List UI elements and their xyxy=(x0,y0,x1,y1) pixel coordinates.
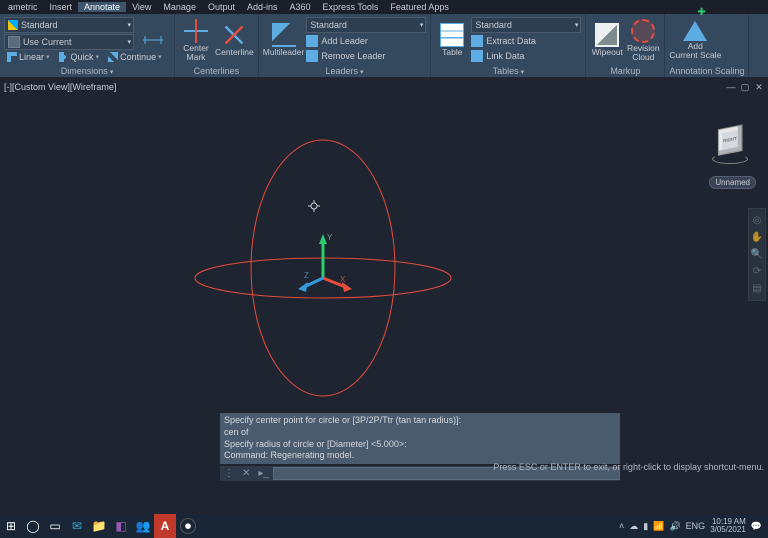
panel-centerlines: Center Mark Centerline Centerlines xyxy=(175,14,259,77)
extract-data-button[interactable]: Extract Data xyxy=(471,34,581,48)
windows-taskbar: ⊞ ◯ ▭ ✉ 📁 ◧ 👥 A ⏺ ˄ ☁ ▮ 📶 🔊 ENG 10:19 AM… xyxy=(0,514,768,538)
panel-title-markup: Markup xyxy=(590,65,660,77)
multileader-button[interactable]: Multileader xyxy=(263,17,305,63)
tray-clock[interactable]: 10:19 AM 3/05/2021 xyxy=(710,518,746,534)
add-scale-icon xyxy=(683,21,707,41)
menu-annotate[interactable]: Annotate xyxy=(78,2,126,12)
tray-battery-icon[interactable]: ▮ xyxy=(643,521,648,532)
remove-leader-icon xyxy=(306,50,318,62)
panel-title-tables[interactable]: Tables xyxy=(435,65,581,77)
add-leader-button[interactable]: Add Leader xyxy=(306,34,426,48)
ucs-name-label[interactable]: Unnamed xyxy=(709,176,756,189)
ribbon: Standard Use Current Linear Quick Contin… xyxy=(0,14,768,78)
nav-orbit-icon[interactable]: ⟳ xyxy=(753,266,761,277)
table-button[interactable]: Table xyxy=(435,17,469,63)
extract-icon xyxy=(471,35,483,47)
panel-markup: Wipeout Revision Cloud Markup xyxy=(586,14,665,77)
table-icon xyxy=(440,23,464,47)
teams-icon[interactable]: 👥 xyxy=(132,514,154,538)
tray-chevron-icon[interactable]: ˄ xyxy=(619,521,624,531)
menu-featured-apps[interactable]: Featured Apps xyxy=(384,2,455,12)
cmd-prompt-icon: ▸_ xyxy=(254,468,273,479)
tablestyle-select[interactable]: Standard xyxy=(471,17,581,33)
centermark-button[interactable]: Center Mark xyxy=(179,17,213,63)
menu-add-ins[interactable]: Add-ins xyxy=(241,2,284,12)
dimension-big-button[interactable] xyxy=(136,17,170,63)
dimstyle-select[interactable]: Standard xyxy=(4,17,134,33)
cmd-line: Specify radius of circle or [Diameter] <… xyxy=(224,439,616,451)
centermark-icon xyxy=(184,19,208,43)
menu-view[interactable]: View xyxy=(126,2,157,12)
link-icon xyxy=(471,50,483,62)
tray-lang[interactable]: ENG xyxy=(686,521,706,531)
wipeout-button[interactable]: Wipeout xyxy=(590,17,624,63)
cmd-line: Command: Regenerating model. xyxy=(224,450,616,462)
leaderstyle-select[interactable]: Standard xyxy=(306,17,426,33)
command-history: Specify center point for circle or [3P/2… xyxy=(220,413,620,464)
panel-leaders: Multileader Standard Add Leader Remove L… xyxy=(259,14,432,77)
viewcube-face[interactable] xyxy=(718,124,742,155)
tray-cloud-icon[interactable]: ☁ xyxy=(629,521,638,532)
menu-insert[interactable]: Insert xyxy=(44,2,79,12)
linear-icon xyxy=(7,52,17,62)
viewcube[interactable] xyxy=(710,120,750,160)
remove-leader-button[interactable]: Remove Leader xyxy=(306,49,426,63)
menu-manage[interactable]: Manage xyxy=(157,2,202,12)
svg-text:Y: Y xyxy=(327,233,333,242)
continue-icon xyxy=(108,52,118,62)
nav-pan-icon[interactable]: ✋ xyxy=(751,232,763,243)
panel-title-leaders[interactable]: Leaders xyxy=(263,65,427,77)
navigation-bar: ◎ ✋ 🔍 ⟳ ▤ xyxy=(748,208,766,301)
menu-output[interactable]: Output xyxy=(202,2,241,12)
nav-zoom-icon[interactable]: 🔍 xyxy=(751,249,763,260)
linear-button[interactable]: Linear xyxy=(4,51,53,63)
cmd-close-icon[interactable]: ✕ xyxy=(238,468,254,479)
menu-express-tools[interactable]: Express Tools xyxy=(317,2,385,12)
cmd-line: Specify center point for circle or [3P/2… xyxy=(224,415,616,427)
revcloud-button[interactable]: Revision Cloud xyxy=(626,17,660,63)
system-tray: ˄ ☁ ▮ 📶 🔊 ENG 10:19 AM 3/05/2021 💬 xyxy=(619,518,768,534)
tray-notifications-icon[interactable]: 💬 xyxy=(751,521,762,532)
taskview-icon[interactable]: ▭ xyxy=(44,514,66,538)
wipeout-icon xyxy=(595,23,619,47)
menu-ametric[interactable]: ametric xyxy=(2,2,44,12)
app-icon[interactable]: ◧ xyxy=(110,514,132,538)
obs-icon[interactable]: ⏺ xyxy=(180,518,196,534)
icon-mail[interactable]: ✉ xyxy=(66,514,88,538)
quick-button[interactable]: Quick xyxy=(56,51,103,63)
panel-title-scaling: Annotation Scaling xyxy=(669,65,744,77)
status-hint: Press ESC or ENTER to exit, or right-cli… xyxy=(493,462,764,472)
menubar: ametricInsertAnnotateViewManageOutputAdd… xyxy=(0,0,768,14)
panel-tables: Table Standard Extract Data Link Data Ta… xyxy=(431,14,586,77)
cmd-line: cen of xyxy=(224,427,616,439)
add-scale-button[interactable]: Add Current Scale xyxy=(669,17,721,63)
add-leader-icon xyxy=(306,35,318,47)
quick-icon xyxy=(59,52,69,62)
panel-scaling: Add Current Scale Annotation Scaling xyxy=(665,14,749,77)
menu-a360[interactable]: A360 xyxy=(284,2,317,12)
cmd-handle-icon[interactable]: ⋮ xyxy=(220,468,238,479)
revcloud-icon xyxy=(631,19,655,43)
viewport[interactable]: [-][Custom View][Wireframe] — ▢ ✕ Y X Z … xyxy=(0,78,768,496)
link-data-button[interactable]: Link Data xyxy=(471,49,581,63)
orbit-cursor-icon xyxy=(308,200,320,212)
nav-wheel-icon[interactable]: ◎ xyxy=(753,215,762,226)
dimlayer-select[interactable]: Use Current xyxy=(4,34,134,50)
tray-wifi-icon[interactable]: 📶 xyxy=(653,521,664,532)
panel-dimensions: Standard Use Current Linear Quick Contin… xyxy=(0,14,175,77)
multileader-icon xyxy=(272,23,296,47)
explorer-icon[interactable]: 📁 xyxy=(88,514,110,538)
search-icon[interactable]: ◯ xyxy=(22,514,44,538)
panel-title-centerlines: Centerlines xyxy=(179,65,254,77)
svg-text:X: X xyxy=(340,275,346,284)
autocad-icon[interactable]: A xyxy=(154,514,176,538)
panel-title-dimensions[interactable]: Dimensions xyxy=(4,65,170,77)
viewcube-compass[interactable] xyxy=(712,154,748,164)
svg-text:Z: Z xyxy=(304,271,309,280)
start-button[interactable]: ⊞ xyxy=(0,514,22,538)
tray-volume-icon[interactable]: 🔊 xyxy=(669,521,680,532)
nav-showmotion-icon[interactable]: ▤ xyxy=(752,283,761,294)
dimension-icon xyxy=(141,28,165,52)
centerline-button[interactable]: Centerline xyxy=(215,17,254,63)
